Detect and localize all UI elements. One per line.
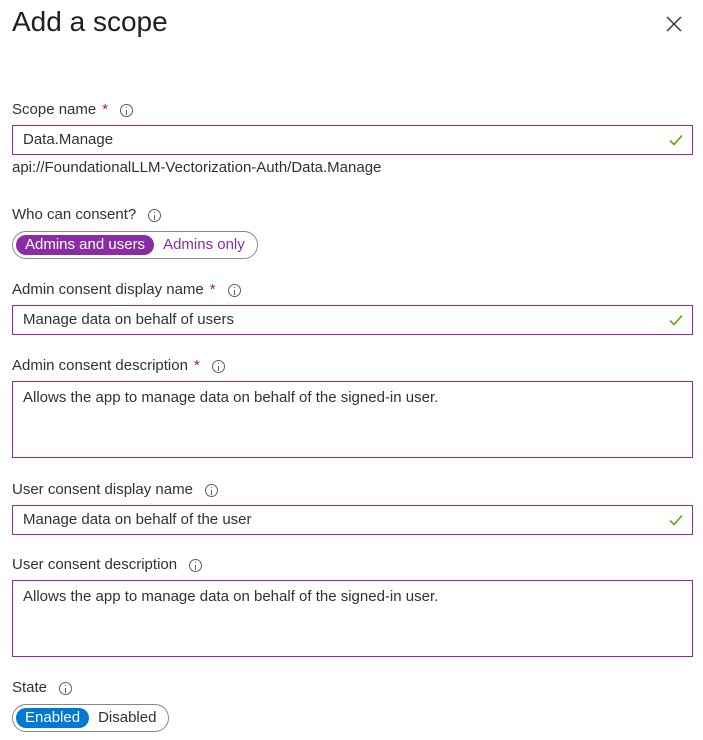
option-admins-and-users[interactable]: Admins and users — [16, 235, 155, 255]
info-icon[interactable] — [148, 208, 162, 222]
required-marker: * — [193, 357, 200, 374]
admin-description-textarea[interactable]: Allows the app to manage data on behalf … — [12, 381, 693, 458]
info-icon[interactable] — [204, 483, 218, 497]
scope-name-label: Scope name * — [12, 100, 134, 120]
state-label: State — [12, 678, 73, 698]
admin-description-label: Admin consent description * — [12, 356, 225, 376]
option-admins-only[interactable]: Admins only — [154, 235, 254, 255]
who-can-consent-toggle[interactable]: Admins and users Admins only — [12, 231, 258, 259]
checkmark-icon — [669, 515, 683, 526]
admin-display-name-input[interactable]: Manage data on behalf of users — [12, 305, 693, 335]
scope-name-input[interactable]: Data.Manage — [12, 125, 693, 155]
user-display-name-input[interactable]: Manage data on behalf of the user — [12, 505, 693, 535]
checkmark-icon — [669, 315, 683, 326]
who-can-consent-label: Who can consent? — [12, 205, 162, 225]
required-marker: * — [102, 101, 109, 118]
state-toggle[interactable]: Enabled Disabled — [12, 704, 170, 732]
admin-display-name-label: Admin consent display name * — [12, 280, 241, 300]
required-marker: * — [209, 281, 216, 298]
close-icon — [666, 16, 682, 32]
panel-title: Add a scope — [12, 6, 168, 37]
option-disabled[interactable]: Disabled — [89, 708, 165, 728]
user-display-name-label: User consent display name — [12, 480, 218, 500]
info-icon[interactable] — [59, 681, 73, 695]
scope-uri: api://FoundationalLLM-Vectorization-Auth… — [12, 159, 382, 176]
checkmark-icon — [669, 135, 683, 146]
user-description-label: User consent description — [12, 555, 203, 575]
info-icon[interactable] — [189, 558, 203, 572]
option-enabled[interactable]: Enabled — [16, 708, 90, 728]
user-description-textarea[interactable]: Allows the app to manage data on behalf … — [12, 580, 693, 657]
info-icon[interactable] — [211, 359, 225, 373]
info-icon[interactable] — [227, 283, 241, 297]
close-button[interactable] — [662, 12, 686, 36]
info-icon[interactable] — [120, 103, 134, 117]
